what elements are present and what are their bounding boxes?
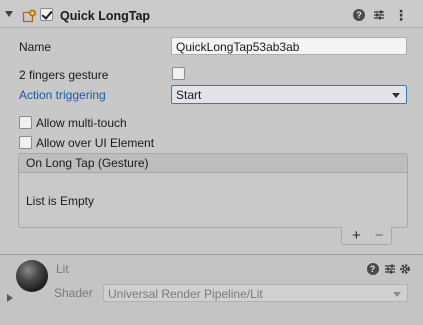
action-triggering-value: Start — [176, 88, 202, 102]
shader-label: Shader — [54, 286, 93, 300]
event-list-empty-text: List is Empty — [26, 194, 95, 208]
two-fingers-checkbox[interactable] — [172, 67, 185, 80]
script-icon — [22, 9, 36, 23]
component-header[interactable]: Quick LongTap ? ⋮ — [0, 2, 423, 28]
add-event-button[interactable]: + — [352, 227, 361, 244]
multi-touch-label: Allow multi-touch — [36, 116, 127, 130]
action-triggering-dropdown[interactable]: Start — [171, 85, 407, 104]
shader-dropdown[interactable]: Universal Render Pipeline/Lit — [103, 284, 408, 302]
kebab-menu-icon[interactable]: ⋮ — [394, 8, 408, 22]
action-triggering-label: Action triggering — [19, 88, 106, 102]
material-preview-sphere — [16, 260, 48, 292]
foldout-arrow-icon[interactable] — [5, 11, 13, 17]
over-ui-label: Allow over UI Element — [36, 136, 155, 150]
material-section: Lit ? Shader Universal Render Pipeline/L… — [0, 255, 423, 325]
material-help-icon[interactable]: ? — [366, 262, 379, 275]
multi-touch-checkbox[interactable] — [19, 116, 32, 129]
chevron-down-icon — [392, 93, 400, 98]
name-field[interactable]: QuickLongTap53ab3ab — [171, 37, 407, 55]
shader-chevron-down-icon — [393, 292, 401, 297]
shader-value: Universal Render Pipeline/Lit — [108, 287, 263, 301]
component-title: Quick LongTap — [60, 9, 151, 23]
material-name: Lit — [56, 262, 69, 276]
long-tap-event-list: On Long Tap (Gesture) List is Empty — [18, 153, 408, 228]
remove-event-button[interactable]: − — [375, 227, 384, 244]
component-enabled-checkbox[interactable] — [40, 8, 53, 21]
material-settings-gear-icon[interactable] — [398, 262, 411, 275]
two-fingers-label: 2 fingers gesture — [19, 68, 109, 82]
over-ui-checkbox[interactable] — [19, 136, 32, 149]
help-icon[interactable]: ? — [352, 8, 366, 22]
event-list-header: On Long Tap (Gesture) — [19, 154, 407, 173]
preset-icon[interactable] — [372, 8, 386, 22]
material-preset-icon[interactable] — [383, 262, 396, 275]
material-foldout-icon[interactable] — [7, 294, 13, 302]
name-label: Name — [19, 40, 52, 54]
inspector-panel: Quick LongTap ? ⋮ Name QuickLongTap53ab3… — [0, 0, 423, 325]
event-list-footer: + − — [341, 227, 392, 245]
